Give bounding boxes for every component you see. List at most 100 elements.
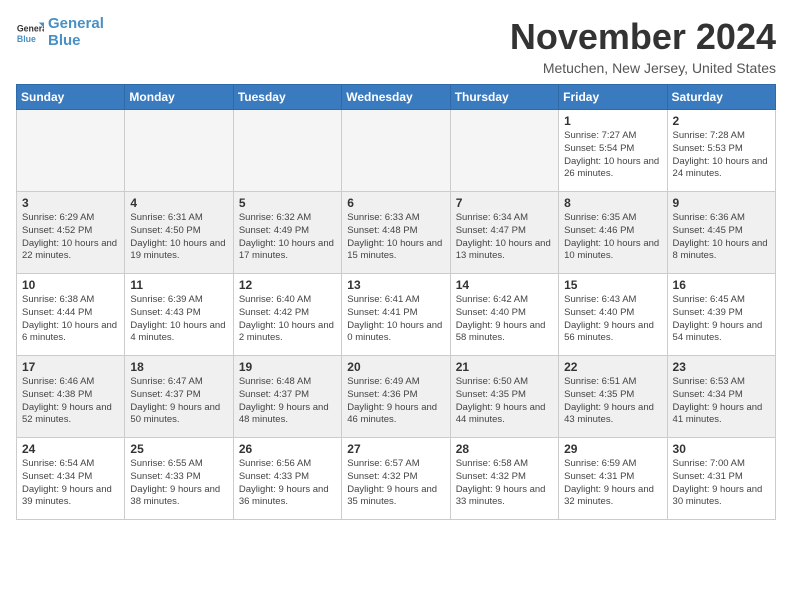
calendar-cell: 18 Sunrise: 6:47 AM Sunset: 4:37 PM Dayli… [125, 356, 233, 438]
calendar-cell [17, 110, 125, 192]
day-detail: Sunrise: 6:29 AM Sunset: 4:52 PM Dayligh… [22, 212, 119, 263]
calendar-cell [233, 110, 341, 192]
calendar-cell: 6Sunrise: 6:33 AM Sunset: 4:48 PM Daylig… [342, 192, 450, 274]
day-number: 1 [564, 114, 661, 128]
calendar-cell: 2Sunrise: 7:28 AM Sunset: 5:53 PM Daylig… [667, 110, 775, 192]
day-detail: Sunrise: 6:49 AM Sunset: 4:36 PM Dayligh… [347, 376, 444, 427]
calendar-cell: 3 Sunrise: 6:29 AM Sunset: 4:52 PM Daylig… [17, 192, 125, 274]
day-number: 22 [564, 360, 661, 374]
day-detail: Sunrise: 6:32 AM Sunset: 4:49 PM Dayligh… [239, 212, 336, 263]
day-number: 26 [239, 442, 336, 456]
day-number: 21 [456, 360, 553, 374]
calendar-cell: 13Sunrise: 6:41 AM Sunset: 4:41 PM Dayli… [342, 274, 450, 356]
calendar-cell: 10 Sunrise: 6:38 AM Sunset: 4:44 PM Dayli… [17, 274, 125, 356]
day-number: 19 [239, 360, 336, 374]
calendar-cell: 8 Sunrise: 6:35 AM Sunset: 4:46 PM Daylig… [559, 192, 667, 274]
day-detail: Sunrise: 6:35 AM Sunset: 4:46 PM Dayligh… [564, 212, 661, 263]
calendar-cell [450, 110, 558, 192]
day-detail: Sunrise: 6:41 AM Sunset: 4:41 PM Dayligh… [347, 294, 444, 345]
calendar-cell: 21Sunrise: 6:50 AM Sunset: 4:35 PM Dayli… [450, 356, 558, 438]
day-number: 5 [239, 196, 336, 210]
day-detail: Sunrise: 6:57 AM Sunset: 4:32 PM Dayligh… [347, 458, 444, 509]
calendar-cell [342, 110, 450, 192]
day-number: 17 [22, 360, 119, 374]
day-detail: Sunrise: 6:39 AM Sunset: 4:43 PM Dayligh… [130, 294, 227, 345]
calendar-cell: 9 Sunrise: 6:36 AM Sunset: 4:45 PM Daylig… [667, 192, 775, 274]
day-detail: Sunrise: 6:38 AM Sunset: 4:44 PM Dayligh… [22, 294, 119, 345]
svg-text:General: General [17, 23, 44, 33]
weekday-header: Tuesday [233, 85, 341, 110]
svg-text:Blue: Blue [17, 33, 36, 43]
day-detail: Sunrise: 7:00 AM Sunset: 4:31 PM Dayligh… [673, 458, 770, 509]
calendar-cell [125, 110, 233, 192]
day-number: 3 [22, 196, 119, 210]
day-detail: Sunrise: 6:36 AM Sunset: 4:45 PM Dayligh… [673, 212, 770, 263]
calendar-cell: 23Sunrise: 6:53 AM Sunset: 4:34 PM Dayli… [667, 356, 775, 438]
logo-text-line1: General [48, 16, 104, 33]
calendar-cell: 17Sunrise: 6:46 AM Sunset: 4:38 PM Dayli… [17, 356, 125, 438]
calendar-cell: 15 Sunrise: 6:43 AM Sunset: 4:40 PM Dayli… [559, 274, 667, 356]
day-number: 9 [673, 196, 770, 210]
calendar-cell: 26 Sunrise: 6:56 AM Sunset: 4:33 PM Dayli… [233, 438, 341, 520]
day-number: 30 [673, 442, 770, 456]
day-detail: Sunrise: 6:59 AM Sunset: 4:31 PM Dayligh… [564, 458, 661, 509]
day-number: 12 [239, 278, 336, 292]
day-number: 23 [673, 360, 770, 374]
day-number: 18 [130, 360, 227, 374]
calendar-table: SundayMondayTuesdayWednesdayThursdayFrid… [16, 84, 776, 520]
day-number: 14 [456, 278, 553, 292]
day-detail: Sunrise: 6:54 AM Sunset: 4:34 PM Dayligh… [22, 458, 119, 509]
calendar-cell: 29 Sunrise: 6:59 AM Sunset: 4:31 PM Dayli… [559, 438, 667, 520]
day-number: 25 [130, 442, 227, 456]
day-detail: Sunrise: 6:47 AM Sunset: 4:37 PM Dayligh… [130, 376, 227, 427]
calendar-cell: 19 Sunrise: 6:48 AM Sunset: 4:37 PM Dayli… [233, 356, 341, 438]
calendar-cell: 27Sunrise: 6:57 AM Sunset: 4:32 PM Dayli… [342, 438, 450, 520]
day-number: 15 [564, 278, 661, 292]
day-number: 28 [456, 442, 553, 456]
day-detail: Sunrise: 6:31 AM Sunset: 4:50 PM Dayligh… [130, 212, 227, 263]
day-detail: Sunrise: 6:58 AM Sunset: 4:32 PM Dayligh… [456, 458, 553, 509]
day-number: 8 [564, 196, 661, 210]
calendar-cell: 14 Sunrise: 6:42 AM Sunset: 4:40 PM Dayli… [450, 274, 558, 356]
calendar-cell: 20 Sunrise: 6:49 AM Sunset: 4:36 PM Dayli… [342, 356, 450, 438]
day-detail: Sunrise: 6:42 AM Sunset: 4:40 PM Dayligh… [456, 294, 553, 345]
weekday-header: Thursday [450, 85, 558, 110]
weekday-header: Saturday [667, 85, 775, 110]
calendar-cell: 5 Sunrise: 6:32 AM Sunset: 4:49 PM Daylig… [233, 192, 341, 274]
month-title: November 2024 [510, 16, 776, 58]
day-detail: Sunrise: 6:56 AM Sunset: 4:33 PM Dayligh… [239, 458, 336, 509]
day-number: 29 [564, 442, 661, 456]
calendar-cell: 28 Sunrise: 6:58 AM Sunset: 4:32 PM Dayli… [450, 438, 558, 520]
calendar-cell: 16 Sunrise: 6:45 AM Sunset: 4:39 PM Dayli… [667, 274, 775, 356]
day-number: 16 [673, 278, 770, 292]
weekday-header: Friday [559, 85, 667, 110]
calendar-cell: 24 Sunrise: 6:54 AM Sunset: 4:34 PM Dayli… [17, 438, 125, 520]
calendar-cell: 11Sunrise: 6:39 AM Sunset: 4:43 PM Dayli… [125, 274, 233, 356]
day-number: 20 [347, 360, 444, 374]
calendar-cell: 1 Sunrise: 7:27 AM Sunset: 5:54 PM Daylig… [559, 110, 667, 192]
day-number: 4 [130, 196, 227, 210]
calendar-cell: 30 Sunrise: 7:00 AM Sunset: 4:31 PM Dayli… [667, 438, 775, 520]
calendar-cell: 7 Sunrise: 6:34 AM Sunset: 4:47 PM Daylig… [450, 192, 558, 274]
day-detail: Sunrise: 6:48 AM Sunset: 4:37 PM Dayligh… [239, 376, 336, 427]
day-number: 24 [22, 442, 119, 456]
day-detail: Sunrise: 6:40 AM Sunset: 4:42 PM Dayligh… [239, 294, 336, 345]
weekday-header: Monday [125, 85, 233, 110]
day-detail: Sunrise: 6:45 AM Sunset: 4:39 PM Dayligh… [673, 294, 770, 345]
day-detail: Sunrise: 6:43 AM Sunset: 4:40 PM Dayligh… [564, 294, 661, 345]
logo-text-line2: Blue [48, 33, 104, 50]
day-number: 7 [456, 196, 553, 210]
logo: General Blue General Blue [16, 16, 104, 49]
day-number: 6 [347, 196, 444, 210]
day-number: 10 [22, 278, 119, 292]
calendar-cell: 25Sunrise: 6:55 AM Sunset: 4:33 PM Dayli… [125, 438, 233, 520]
day-detail: Sunrise: 6:34 AM Sunset: 4:47 PM Dayligh… [456, 212, 553, 263]
logo-icon: General Blue [16, 19, 44, 47]
weekday-header: Wednesday [342, 85, 450, 110]
day-detail: Sunrise: 7:27 AM Sunset: 5:54 PM Dayligh… [564, 130, 661, 181]
calendar-cell: 12 Sunrise: 6:40 AM Sunset: 4:42 PM Dayli… [233, 274, 341, 356]
calendar-cell: 22 Sunrise: 6:51 AM Sunset: 4:35 PM Dayli… [559, 356, 667, 438]
day-number: 2 [673, 114, 770, 128]
location: Metuchen, New Jersey, United States [510, 60, 776, 76]
day-detail: Sunrise: 6:51 AM Sunset: 4:35 PM Dayligh… [564, 376, 661, 427]
